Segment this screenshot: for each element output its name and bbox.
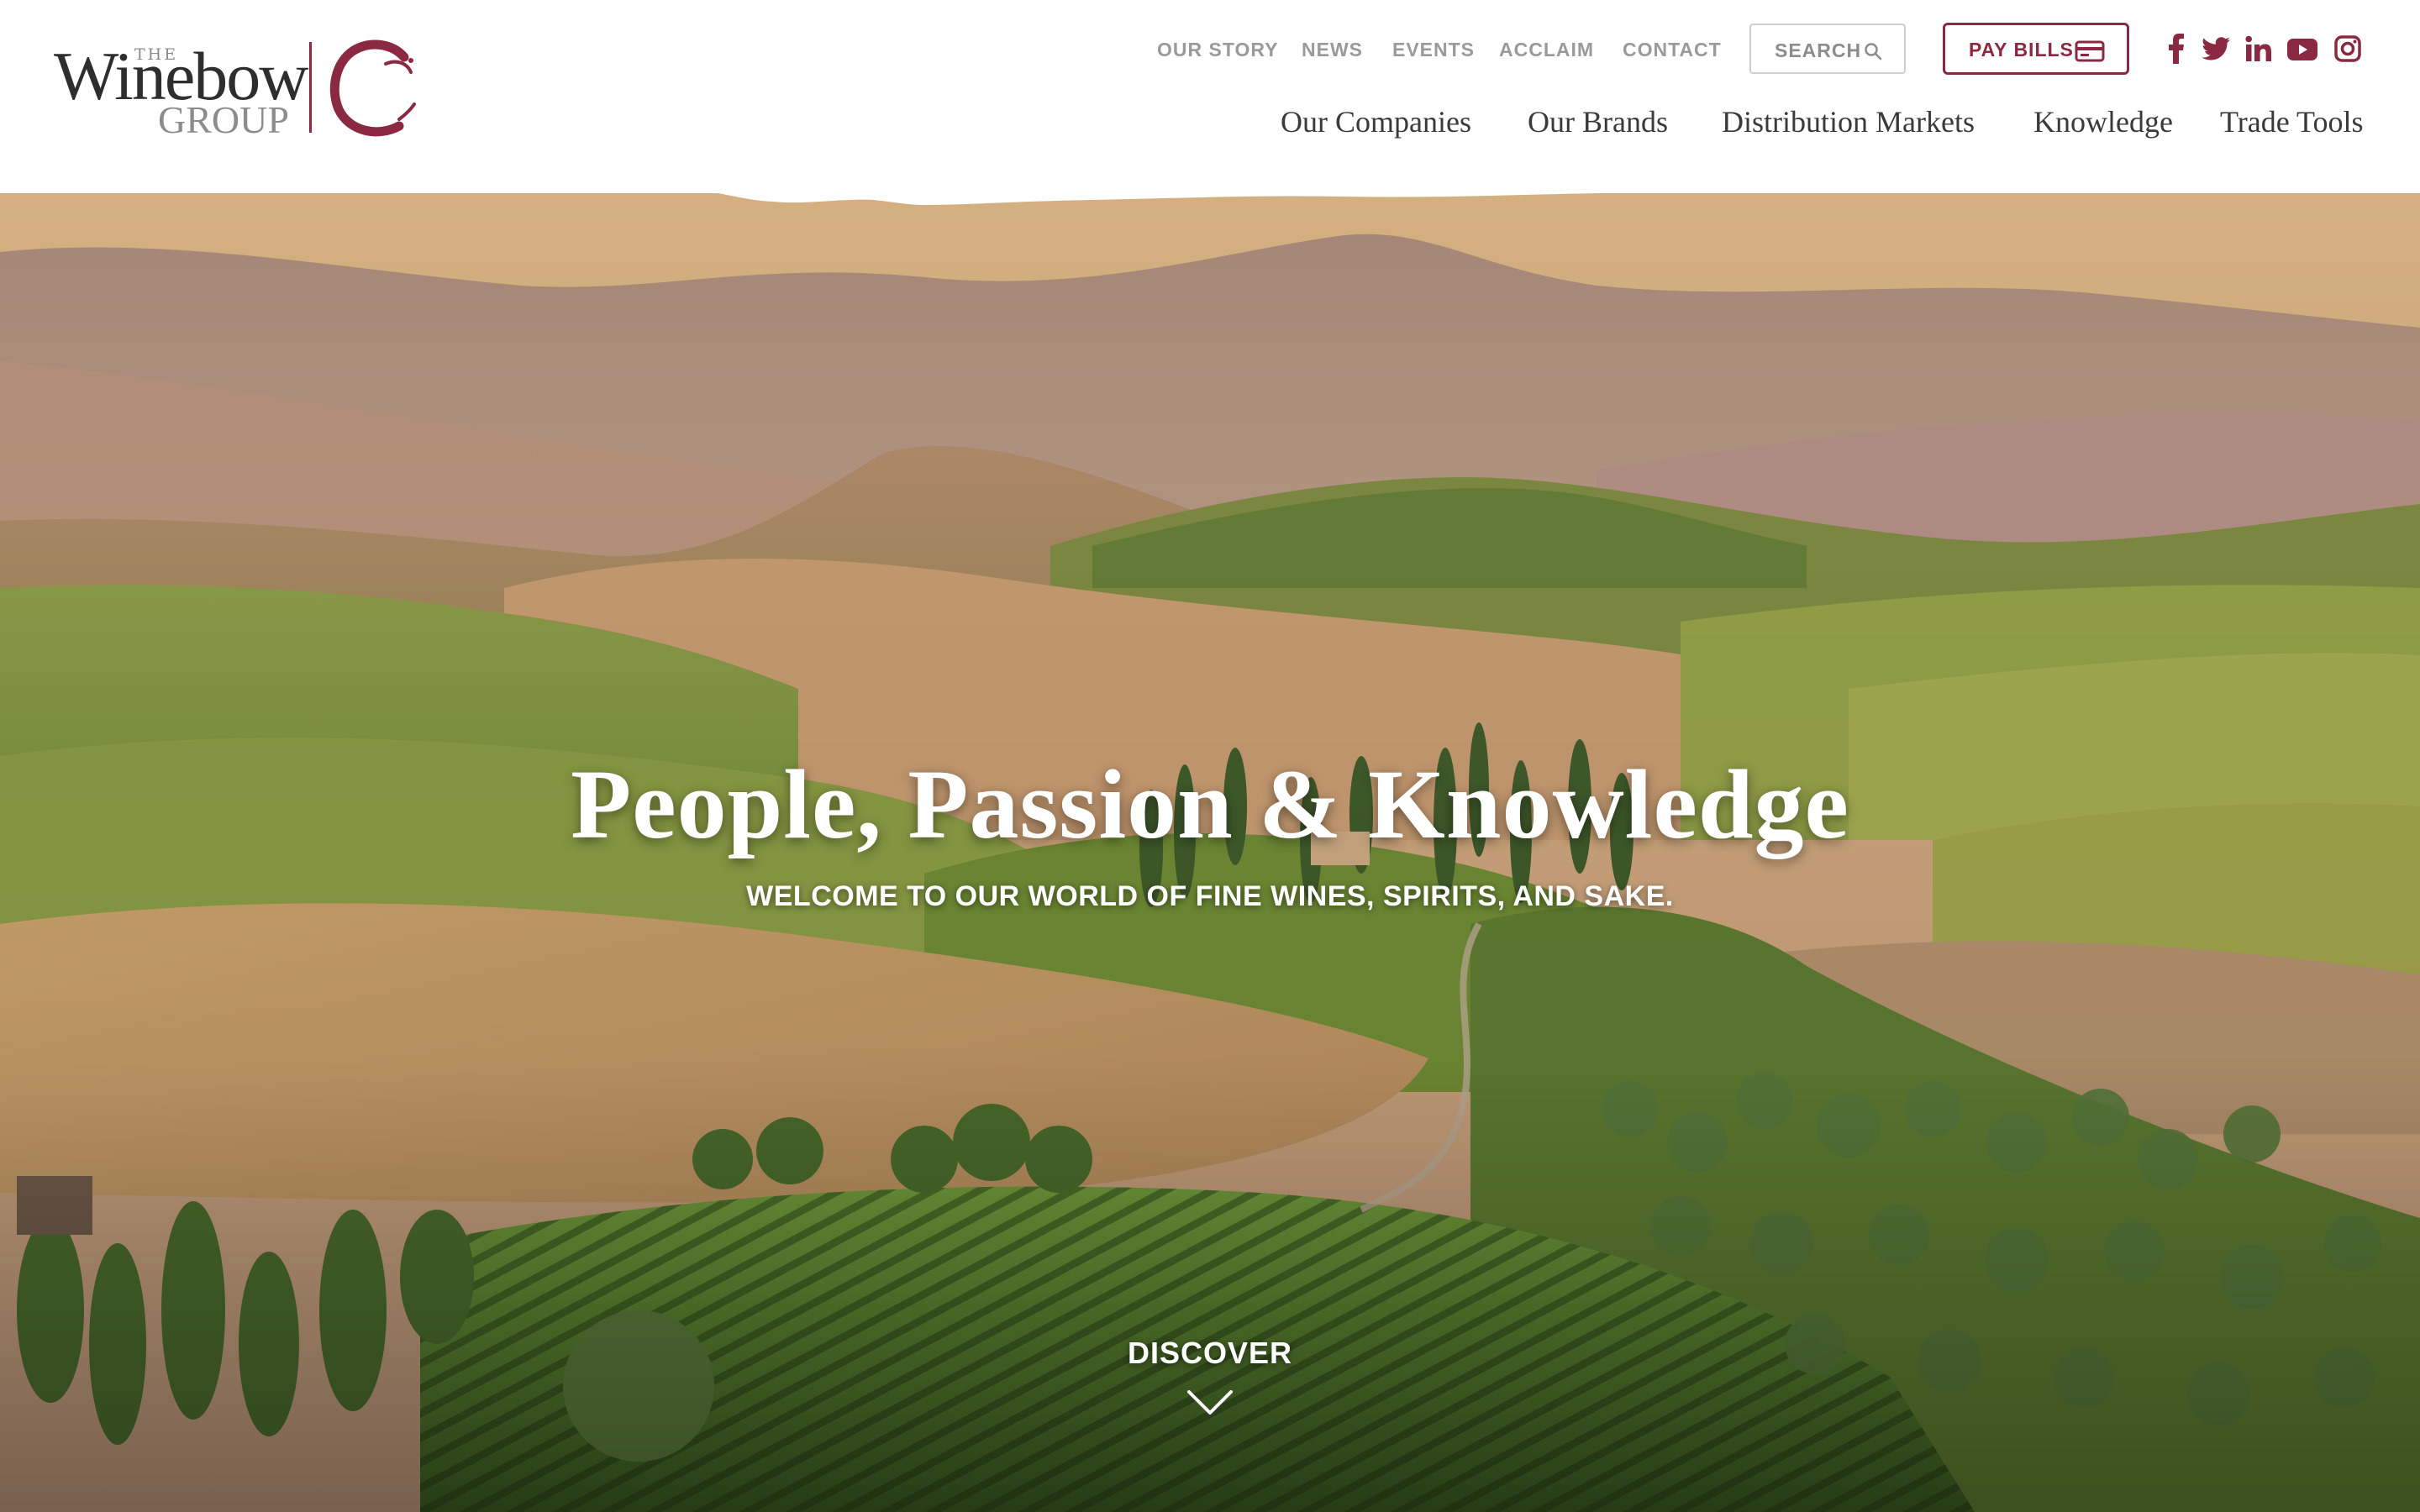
pay-bills-button[interactable]: PAY BILLS [1943, 23, 2129, 75]
youtube-icon[interactable] [2287, 39, 2317, 60]
search-label: SEARCH [1775, 39, 1862, 61]
nav-events-link[interactable]: EVENTS [1392, 39, 1475, 61]
credit-card-icon [2075, 40, 2105, 62]
main-nav: Our Companies Our Brands Distribution Ma… [0, 99, 2420, 150]
hero-subtitle: WELCOME TO OUR WORLD OF FINE WINES, SPIR… [746, 880, 1674, 912]
search-icon [1865, 43, 1882, 60]
discover-button[interactable]: DISCOVER [1084, 1336, 1336, 1445]
chevron-down-icon [1187, 1390, 1233, 1415]
nav-our-brands-link[interactable]: Our Brands [1528, 104, 1668, 139]
utility-nav: OUR STORY NEWS EVENTS ACCLAIM CONTACT SE… [0, 18, 2420, 77]
hero-title: People, Passion & Knowledge [571, 749, 1849, 859]
nav-our-companies-link[interactable]: Our Companies [1281, 104, 1471, 139]
nav-distribution-markets-link[interactable]: Distribution Markets [1722, 104, 1975, 139]
header-torn-edge [0, 168, 2420, 205]
facebook-icon[interactable] [2168, 34, 2185, 64]
twitter-icon[interactable] [2202, 37, 2230, 60]
nav-acclaim-link[interactable]: ACCLAIM [1499, 39, 1594, 61]
nav-knowledge-link[interactable]: Knowledge [2033, 104, 2173, 139]
linkedin-icon[interactable] [2245, 35, 2272, 62]
site-header: THE Winebow GROUP OUR STORY NEWS EVENTS … [0, 0, 2420, 193]
nav-our-story-link[interactable]: OUR STORY [1157, 39, 1278, 61]
instagram-icon[interactable] [2334, 35, 2361, 62]
nav-contact-link[interactable]: CONTACT [1623, 39, 1722, 61]
nav-news-link[interactable]: NEWS [1302, 39, 1363, 61]
nav-trade-tools-link[interactable]: Trade Tools [2220, 104, 2364, 139]
search-box[interactable]: SEARCH [1749, 24, 1906, 74]
pay-bills-label: PAY BILLS [1969, 39, 2074, 60]
discover-label: DISCOVER [1127, 1336, 1293, 1370]
